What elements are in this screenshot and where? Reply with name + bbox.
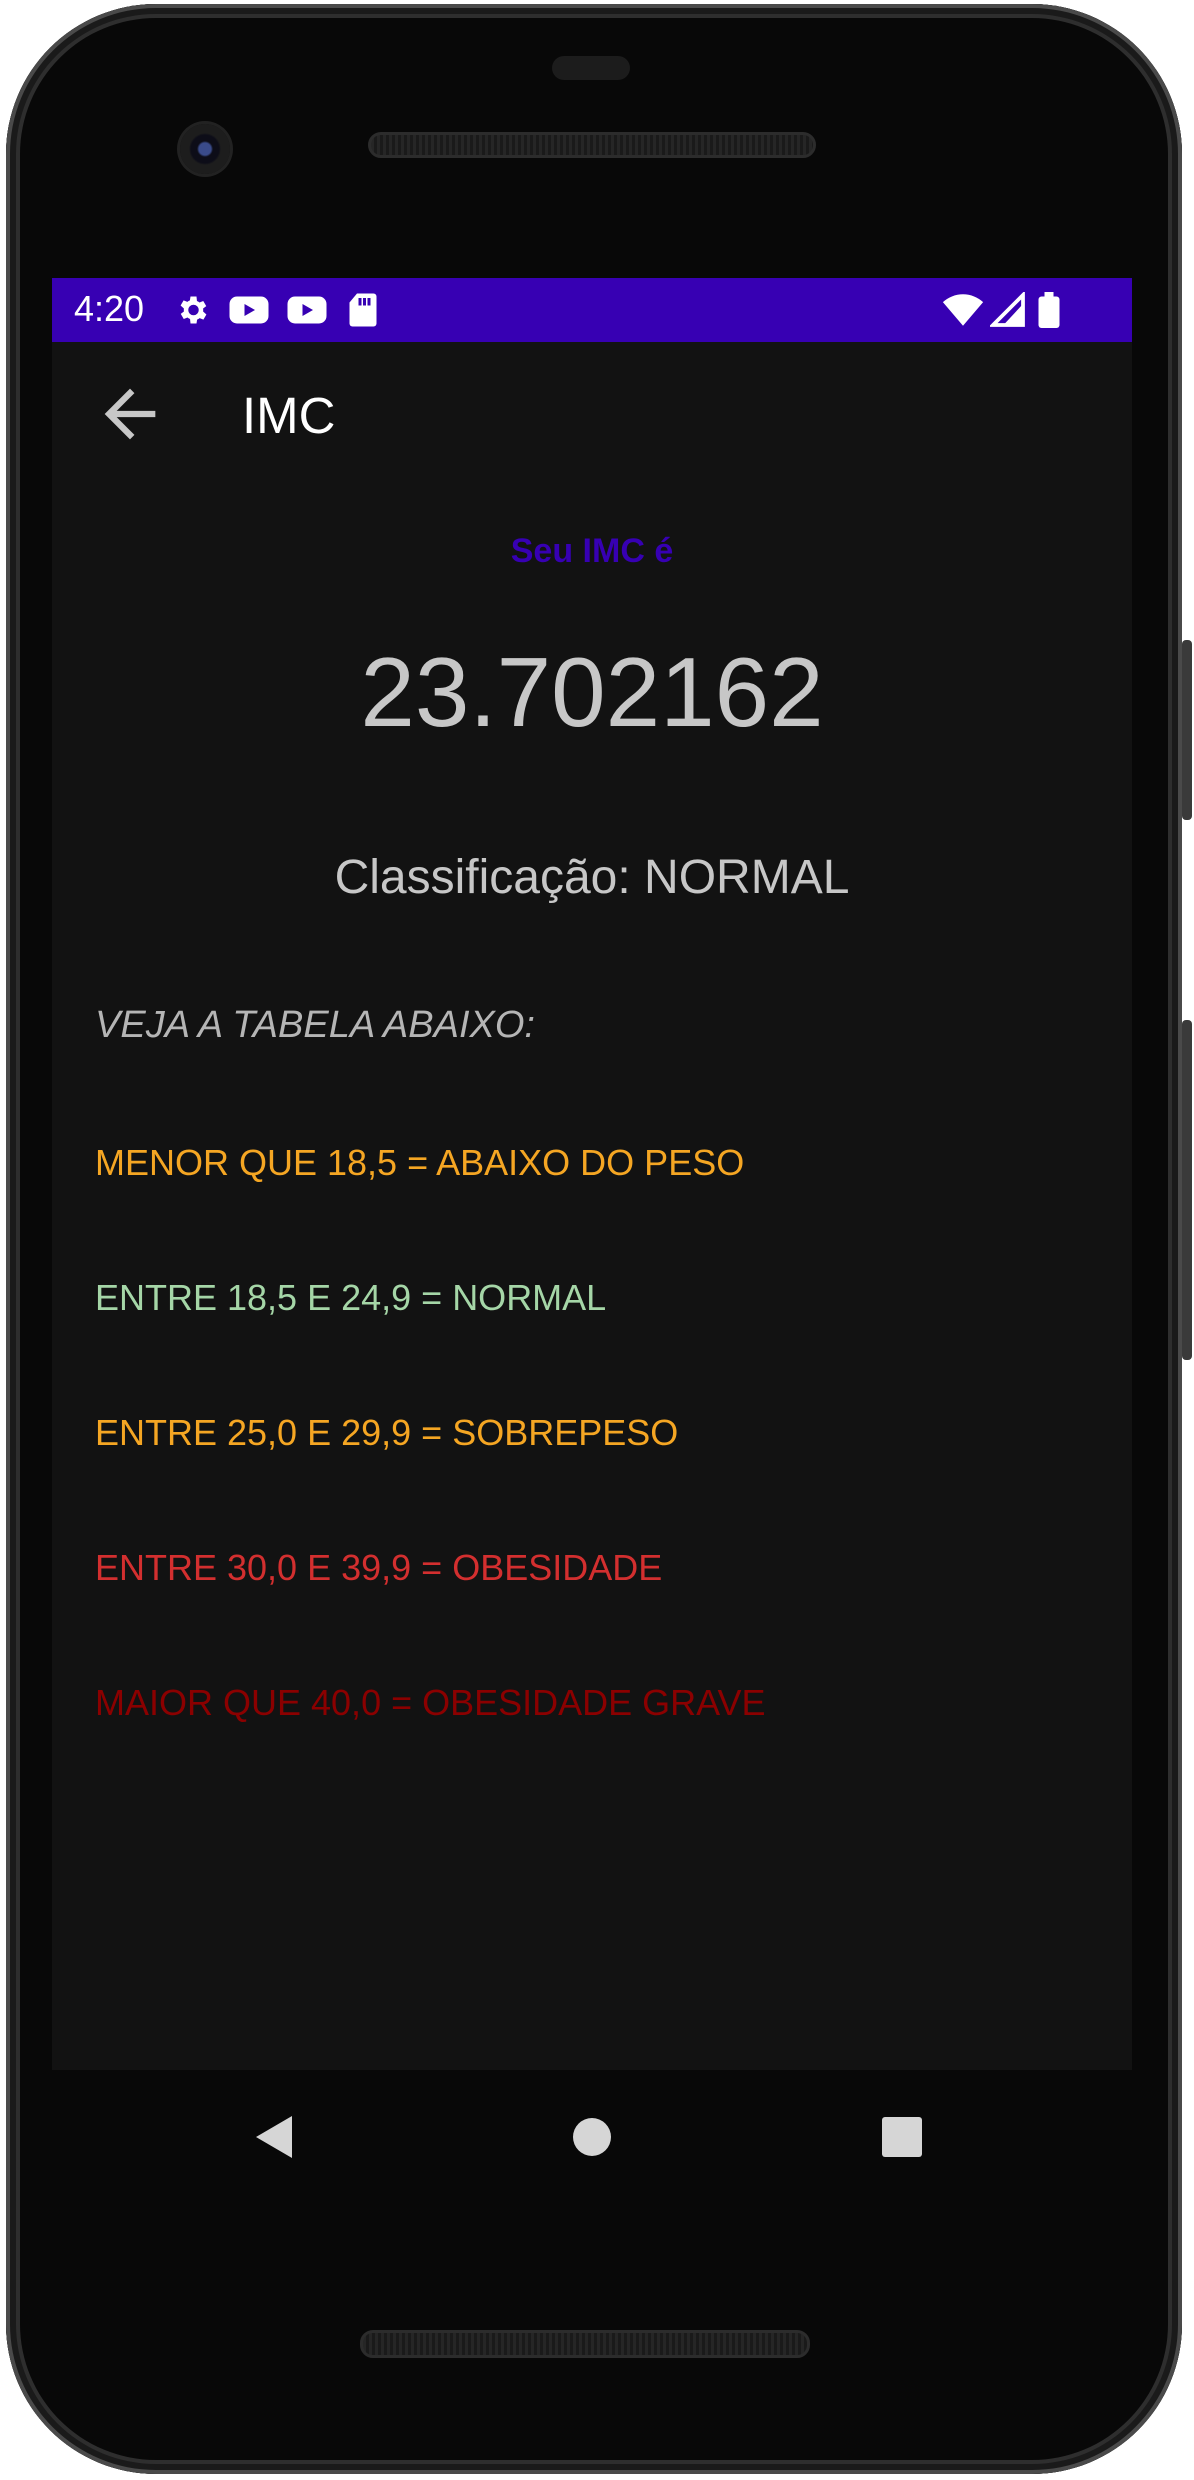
page-title: IMC [242, 387, 336, 444]
home-circle-icon [573, 2118, 611, 2156]
nav-home-button[interactable] [532, 2070, 652, 2204]
app-bar: IMC [52, 342, 1132, 490]
status-bar: 4:20 [52, 278, 1132, 342]
table-row-obesity: ENTRE 30,0 E 39,9 = OBESIDADE [95, 1547, 663, 1588]
table-row-severe-obesity: MAIOR QUE 40,0 = OBESIDADE GRAVE [95, 1682, 766, 1723]
battery-icon [1038, 292, 1060, 328]
recents-square-icon [882, 2117, 922, 2157]
sd-card-icon [349, 293, 377, 327]
nav-back-button[interactable] [216, 2070, 336, 2204]
classification-text: Classificação: NORMAL [334, 851, 850, 904]
youtube-icon [287, 296, 327, 324]
volume-button [1182, 1020, 1192, 1360]
back-triangle-icon [256, 2116, 292, 2158]
back-button[interactable] [92, 376, 168, 452]
cell-signal-icon [990, 292, 1025, 327]
table-row-normal: ENTRE 18,5 E 24,9 = NORMAL [95, 1277, 607, 1318]
earpiece [552, 56, 630, 80]
imc-label: Seu IMC é [510, 532, 674, 570]
front-camera [180, 124, 230, 174]
bottom-speaker [360, 2330, 810, 2358]
app-screen: 4:20 IMC Seu IMC é 23.702162 Classificaç… [52, 278, 1132, 2070]
nav-recents-button[interactable] [842, 2070, 962, 2204]
table-row-underweight: MENOR QUE 18,5 = ABAIXO DO PESO [95, 1142, 745, 1183]
power-button [1182, 640, 1192, 820]
navigation-bar [52, 2070, 1132, 2204]
wifi-icon [942, 294, 984, 326]
gear-icon [180, 296, 207, 324]
youtube-icon [229, 296, 269, 324]
arrow-back-icon [104, 388, 156, 440]
imc-value: 23.702162 [360, 637, 824, 747]
table-row-overweight: ENTRE 25,0 E 29,9 = SOBREPESO [95, 1412, 679, 1453]
status-time: 4:20 [74, 288, 145, 329]
table-title: VEJA A TABELA ABAIXO: [95, 1004, 535, 1046]
top-speaker [368, 132, 816, 158]
